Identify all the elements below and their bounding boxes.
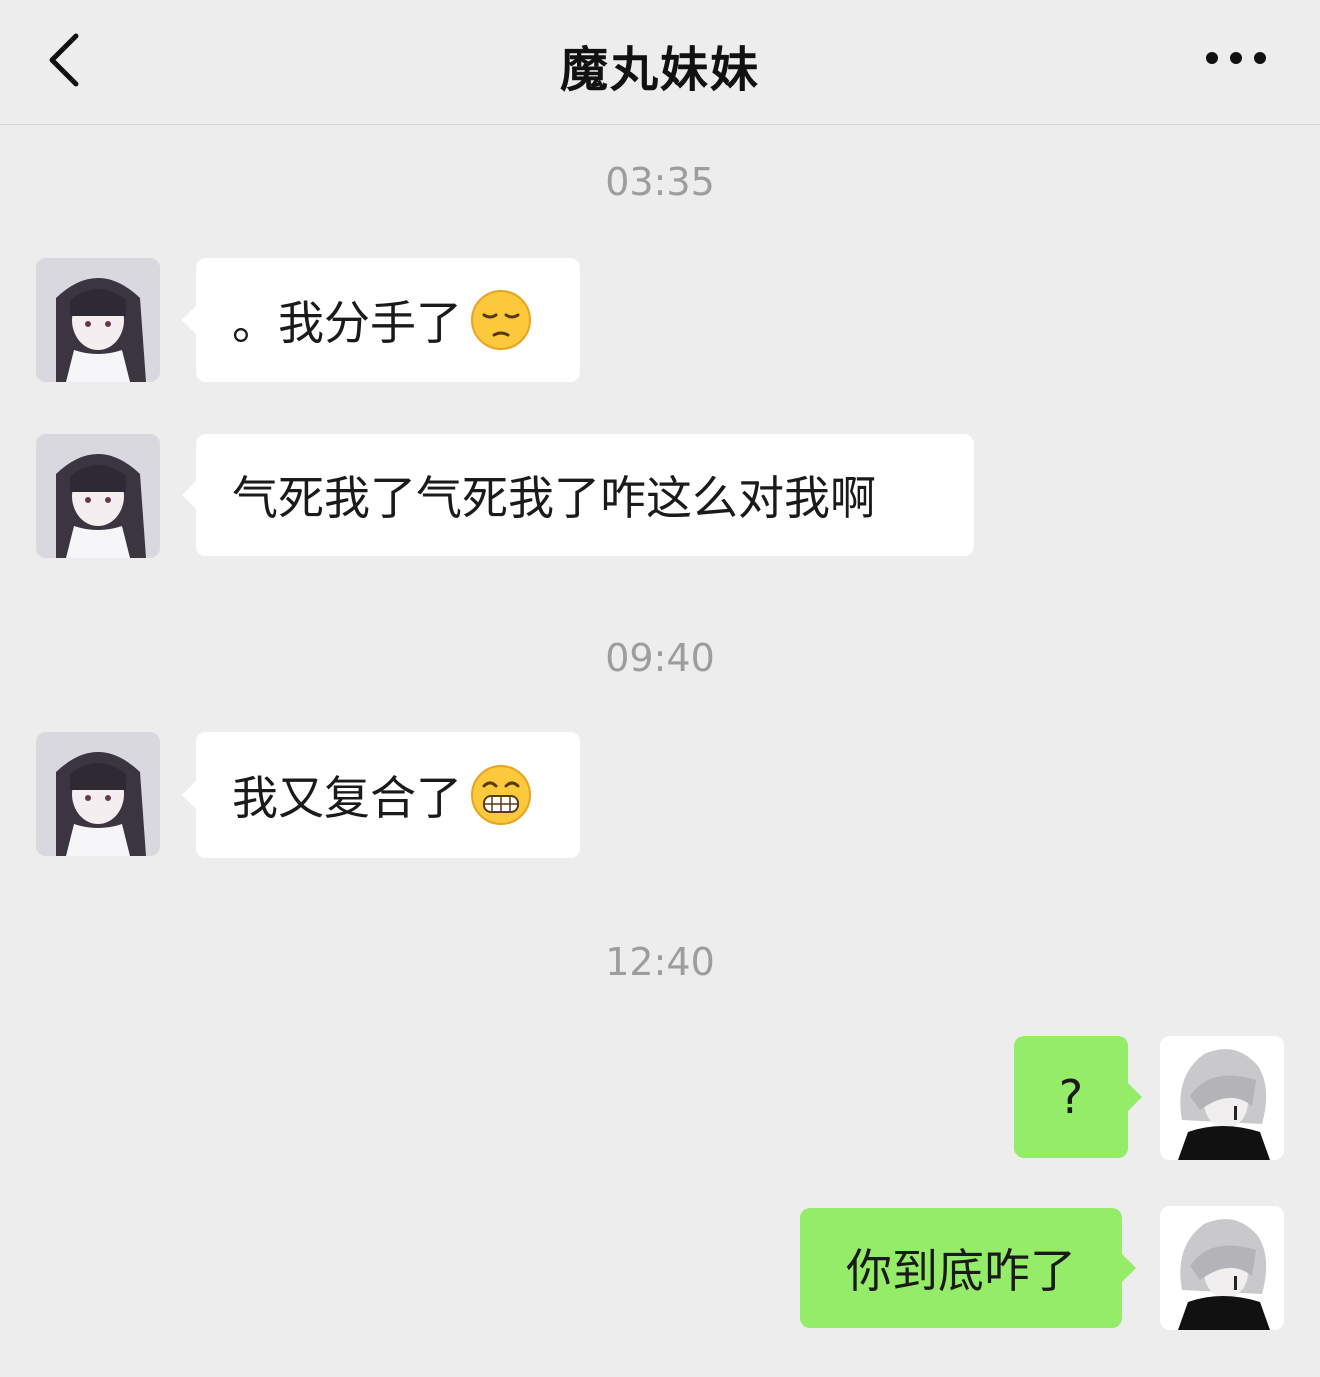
avatar-image-boy [1160,1206,1284,1330]
message-text: 我又复合了 [232,771,462,825]
self-avatar[interactable] [1160,1036,1284,1160]
contact-avatar[interactable] [36,732,160,856]
message-text: 气死我了气死我了咋这么对我啊 [232,471,876,525]
contact-avatar[interactable] [36,258,160,382]
contact-avatar[interactable] [36,434,160,558]
more-button[interactable] [1200,38,1280,78]
message-bubble[interactable]: 气死我了气死我了咋这么对我啊 [182,434,974,556]
message-bubble[interactable]: ? [1014,1036,1142,1158]
timestamp: 12:40 [605,940,715,984]
self-avatar[interactable] [1160,1206,1284,1330]
avatar-image-girl [36,258,160,382]
pensive-face-emoji [471,290,531,350]
message-text: ? [1058,1070,1084,1124]
chat-header: 魔丸妹妹 [0,0,1320,125]
timestamp: 09:40 [605,636,715,680]
more-horizontal-icon [1206,52,1266,64]
message-bubble[interactable]: 你到底咋了 [800,1208,1136,1328]
avatar-image-boy [1160,1036,1284,1160]
message-bubble[interactable]: 。我分手了 [182,258,580,382]
avatar-image-girl [36,732,160,856]
avatar-image-girl [36,434,160,558]
timestamp: 03:35 [605,160,715,204]
message-text: 。我分手了 [232,296,462,350]
message-bubble[interactable]: 我又复合了 [182,732,580,858]
grimacing-face-emoji [471,765,531,825]
chat-title: 魔丸妹妹 [559,42,760,98]
message-text: 你到底咋了 [846,1244,1076,1298]
